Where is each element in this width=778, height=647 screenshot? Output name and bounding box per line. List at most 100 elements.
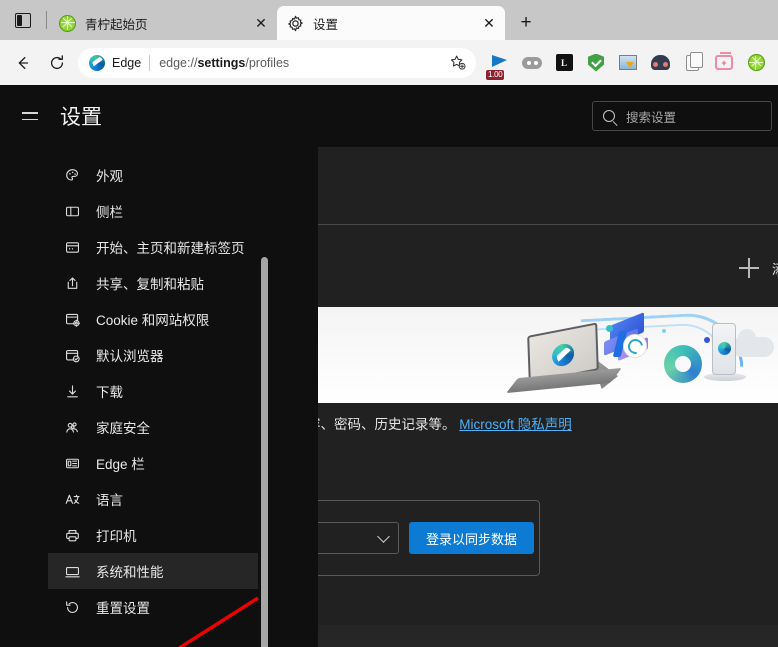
address-bar-url[interactable]: edge://settings/profiles [159, 56, 444, 70]
lime-profile-icon [747, 54, 765, 71]
monitor-icon [62, 563, 82, 580]
new-tab-button[interactable]: + [511, 7, 541, 37]
tab-divider [46, 11, 47, 29]
address-bar[interactable]: Edge edge://settings/profiles [78, 47, 476, 78]
cloud-graphic [732, 329, 774, 357]
donut-graphic [664, 345, 702, 383]
tab-close-button[interactable]: ✕ [477, 11, 501, 35]
chevron-down-icon [377, 529, 390, 543]
sidebar-item-label: 下载 [96, 385, 123, 400]
search-settings-input[interactable]: 搜索设置 [592, 101, 772, 131]
sidebar-item-11[interactable]: 语言 [48, 481, 258, 517]
extension-pdf-tool-icon[interactable]: 1.00 [486, 49, 514, 80]
tab-close-button[interactable]: ✕ [249, 11, 273, 35]
extension-lime-profile-icon[interactable] [742, 49, 770, 77]
url-prefix: edge:// [159, 55, 198, 70]
black-square-l-icon: L [555, 54, 573, 71]
extension-adblock-shield-icon[interactable] [582, 49, 610, 77]
url-bold: settings [197, 55, 246, 70]
browser-tab-2[interactable]: 设置 ✕ [277, 6, 505, 40]
sidebar-item-14[interactable]: 重置设置 [48, 589, 258, 625]
sidebar-item-4[interactable]: 开始、主页和新建标签页 [48, 229, 258, 265]
copy-pages-icon [685, 51, 703, 71]
omnibox-divider [149, 54, 151, 71]
signin-to-sync-button[interactable]: 登录以同步数据 [409, 522, 535, 554]
sidebar-item-13[interactable]: 系统和性能 [48, 553, 258, 589]
pdf-tool-icon [491, 54, 507, 67]
sidebar-item-label: 外观 [96, 169, 123, 184]
cookie-permissions-icon [62, 311, 82, 328]
sync-description-text: 上查看收藏内容、密码、历史记录等。 [318, 417, 456, 432]
content-row-hover[interactable] [318, 625, 778, 647]
lime-favicon [59, 14, 76, 32]
sidebar-item-label: Cookie 和网站权限 [96, 313, 210, 328]
laptop-illustration [506, 322, 626, 395]
edge-logo-icon [89, 54, 105, 71]
sidebar-item-label: 打印机 [96, 529, 137, 544]
sync-refresh-icon [624, 335, 646, 357]
sidebar-item-label: 开始、主页和新建标签页 [96, 241, 245, 256]
extension-goggles-icon[interactable] [518, 49, 546, 77]
plus-icon [736, 255, 762, 281]
add-profile-label: 添 [772, 259, 778, 278]
add-favorite-star-icon[interactable] [444, 50, 470, 76]
settings-nav-list: 个人资料隐私、搜索和服务外观侧栏开始、主页和新建标签页共享、复制和粘贴Cooki… [48, 85, 258, 625]
sidebar-item-3[interactable]: 侧栏 [48, 193, 258, 229]
url-suffix: /profiles [245, 55, 290, 70]
sidebar-item-2[interactable]: 外观 [48, 157, 258, 193]
hamburger-menu-icon[interactable] [14, 100, 46, 132]
omnibox-brand-label: Edge [112, 55, 142, 70]
tab-title: 青柠起始页 [85, 17, 148, 32]
sidebar-item-label: 语言 [96, 493, 123, 508]
accent-dot-3 [662, 329, 666, 333]
extension-avatar-icon[interactable] [646, 49, 674, 77]
sidebar-item-10[interactable]: Edge 栏 [48, 445, 258, 481]
tab-search-button[interactable] [0, 0, 46, 40]
avatar-extension-icon [650, 55, 670, 70]
sidebar-item-label: 共享、复制和粘贴 [96, 277, 204, 292]
back-button[interactable] [6, 46, 40, 80]
image-download-icon [619, 55, 637, 70]
add-profile-button[interactable]: 添 [318, 250, 778, 286]
tab-list-icon [15, 12, 31, 28]
sync-devices-illustration [318, 307, 778, 403]
edge-logo-on-phone-icon [718, 342, 731, 355]
download-icon [62, 383, 82, 400]
extension-tv-pink-icon[interactable]: + [710, 49, 738, 77]
share-icon [62, 275, 82, 292]
sidebar-icon [62, 203, 82, 220]
sidebar-item-6[interactable]: Cookie 和网站权限 [48, 301, 258, 337]
sidebar-item-8[interactable]: 下载 [48, 373, 258, 409]
new-tab-page-icon [62, 239, 82, 256]
palette-icon [62, 167, 82, 184]
settings-nav-flyout: 个人资料隐私、搜索和服务外观侧栏开始、主页和新建标签页共享、复制和粘贴Cooki… [48, 85, 258, 647]
extension-copy-pages-icon[interactable] [678, 49, 706, 77]
language-icon [62, 491, 82, 508]
sidebar-item-label: 默认浏览器 [96, 349, 164, 364]
adblock-shield-icon [588, 53, 604, 72]
profile-select-dropdown[interactable] [318, 522, 399, 554]
nav-scrollbar[interactable] [261, 257, 268, 647]
sidebar-item-5[interactable]: 共享、复制和粘贴 [48, 265, 258, 301]
extension-badge: 1.00 [486, 69, 505, 80]
extension-image-download-icon[interactable] [614, 49, 642, 77]
gear-icon [287, 15, 304, 32]
printer-icon [62, 527, 82, 544]
reset-icon [62, 599, 82, 616]
extension-black-square-l-icon[interactable]: L [550, 49, 578, 77]
refresh-button[interactable] [40, 46, 74, 80]
privacy-statement-link[interactable]: Microsoft 隐私声明 [459, 417, 572, 432]
sidebar-item-label: 家庭安全 [96, 421, 150, 436]
sync-signin-card: 登录以同步数据 [318, 500, 540, 576]
sidebar-item-label: Edge 栏 [96, 457, 145, 472]
sidebar-item-12[interactable]: 打印机 [48, 517, 258, 553]
browser-tab-1[interactable]: 青柠起始页 ✕ [49, 6, 277, 40]
edge-browser-window: 青柠起始页 ✕ 设置 ✕ + Edge edge://settings/prof… [0, 0, 778, 647]
default-browser-icon [62, 347, 82, 364]
edge-bar-icon [62, 455, 82, 472]
tv-pink-icon: + [715, 55, 733, 70]
sidebar-item-9[interactable]: 家庭安全 [48, 409, 258, 445]
sidebar-item-7[interactable]: 默认浏览器 [48, 337, 258, 373]
profiles-content: 添 [318, 85, 778, 647]
phone-illustration [712, 323, 736, 375]
